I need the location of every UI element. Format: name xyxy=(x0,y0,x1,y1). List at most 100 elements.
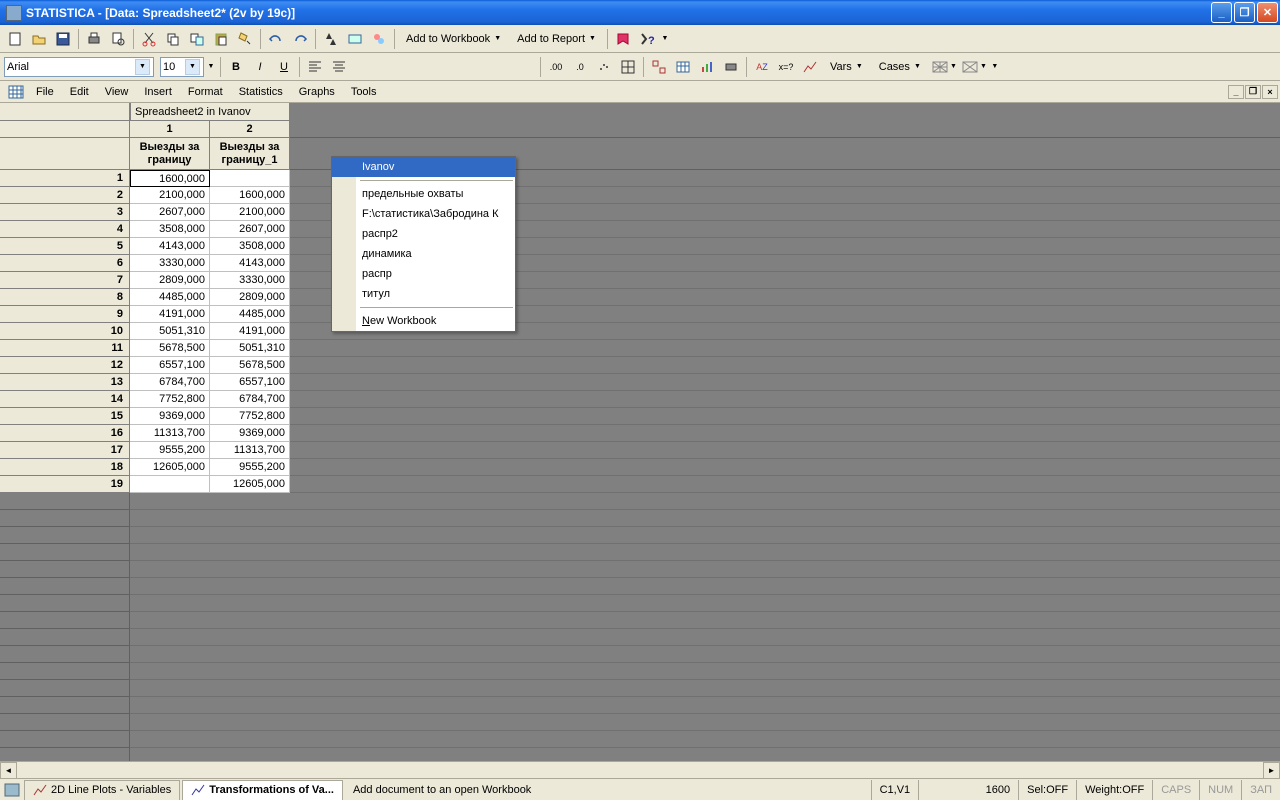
book-icon[interactable] xyxy=(612,28,634,50)
open-button[interactable] xyxy=(28,28,50,50)
pattern2-button[interactable]: ▼ xyxy=(960,56,988,78)
print-table-button[interactable] xyxy=(720,56,742,78)
row-number[interactable]: 1 xyxy=(0,170,130,187)
row-number[interactable]: 12 xyxy=(0,357,130,374)
underline-button[interactable]: U xyxy=(273,56,295,78)
cell[interactable]: 4485,000 xyxy=(210,306,290,323)
col-name-2[interactable]: Выезды за границу_1 xyxy=(210,138,290,170)
row-number[interactable]: 4 xyxy=(0,221,130,238)
mdi-restore[interactable]: ❐ xyxy=(1245,85,1261,99)
cell[interactable]: 2100,000 xyxy=(130,187,210,204)
chevron-down-icon[interactable]: ▼ xyxy=(185,59,200,75)
macro-button[interactable] xyxy=(368,28,390,50)
mdi-minimize[interactable]: _ xyxy=(1228,85,1244,99)
cell[interactable]: 2607,000 xyxy=(210,221,290,238)
chevron-down-icon[interactable]: ▼ xyxy=(135,59,150,75)
cut-button[interactable] xyxy=(138,28,160,50)
copy-button[interactable] xyxy=(162,28,184,50)
cases-button[interactable]: Cases▼ xyxy=(872,58,928,76)
row-number[interactable]: 11 xyxy=(0,340,130,357)
toolbar-overflow[interactable]: ▼ xyxy=(660,28,670,50)
row-number[interactable]: 13 xyxy=(0,374,130,391)
cell[interactable]: 7752,800 xyxy=(210,408,290,425)
help-button[interactable]: ? xyxy=(636,28,658,50)
cell[interactable]: 12605,000 xyxy=(210,476,290,493)
menu-file[interactable]: File xyxy=(28,84,62,100)
format-painter-button[interactable] xyxy=(234,28,256,50)
cell[interactable]: 2809,000 xyxy=(130,272,210,289)
cell[interactable]: 3508,000 xyxy=(130,221,210,238)
font-size-combo[interactable]: ▼ xyxy=(160,57,204,77)
cell[interactable]: 5678,500 xyxy=(210,357,290,374)
menu-format[interactable]: Format xyxy=(180,84,231,100)
menu-edit[interactable]: Edit xyxy=(62,84,97,100)
cell[interactable]: 2100,000 xyxy=(210,204,290,221)
cell[interactable]: 4143,000 xyxy=(130,238,210,255)
stats-button[interactable] xyxy=(799,56,821,78)
menu-tools[interactable]: Tools xyxy=(343,84,385,100)
redo-button[interactable] xyxy=(289,28,311,50)
cell[interactable]: 5051,310 xyxy=(130,323,210,340)
toolbar2-overflow[interactable]: ▼ xyxy=(990,56,1000,78)
cell[interactable]: 2809,000 xyxy=(210,289,290,306)
row-number[interactable]: 19 xyxy=(0,476,130,493)
align-center-button[interactable] xyxy=(328,56,350,78)
cell[interactable]: 9555,200 xyxy=(130,442,210,459)
font-size-input[interactable] xyxy=(163,59,185,75)
graph-button[interactable] xyxy=(696,56,718,78)
tab-transformations[interactable]: Transformations of Va... xyxy=(182,780,343,800)
scroll-left-icon[interactable]: ◄ xyxy=(0,762,17,778)
cell[interactable]: 12605,000 xyxy=(130,459,210,476)
undo-button[interactable] xyxy=(265,28,287,50)
dropdown-item-ivanov[interactable]: Ivanov xyxy=(332,157,515,177)
row-number[interactable]: 7 xyxy=(0,272,130,289)
pattern1-button[interactable]: ▼ xyxy=(930,56,958,78)
tab-line-plots[interactable]: 2D Line Plots - Variables xyxy=(24,780,180,800)
row-header-blank[interactable] xyxy=(0,121,130,138)
font-overflow[interactable]: ▼ xyxy=(206,56,216,78)
cell[interactable]: 9369,000 xyxy=(130,408,210,425)
cell[interactable]: 11313,700 xyxy=(210,442,290,459)
save-button[interactable] xyxy=(52,28,74,50)
table-button[interactable] xyxy=(672,56,694,78)
new-button[interactable] xyxy=(4,28,26,50)
zoom-button[interactable] xyxy=(344,28,366,50)
row-header-names[interactable] xyxy=(0,138,130,170)
print-button[interactable] xyxy=(83,28,105,50)
menu-graphs[interactable]: Graphs xyxy=(291,84,343,100)
cell[interactable]: 3330,000 xyxy=(130,255,210,272)
row-number[interactable]: 9 xyxy=(0,306,130,323)
row-number[interactable]: 15 xyxy=(0,408,130,425)
row-number[interactable]: 5 xyxy=(0,238,130,255)
row-number[interactable]: 17 xyxy=(0,442,130,459)
cell[interactable]: 4485,000 xyxy=(130,289,210,306)
cell[interactable]: 3508,000 xyxy=(210,238,290,255)
cell[interactable]: 5678,500 xyxy=(130,340,210,357)
cell[interactable]: 5051,310 xyxy=(210,340,290,357)
col-num-1[interactable]: 1 xyxy=(130,121,210,138)
menu-view[interactable]: View xyxy=(97,84,137,100)
align-left-button[interactable] xyxy=(304,56,326,78)
print-preview-button[interactable] xyxy=(107,28,129,50)
row-number[interactable]: 2 xyxy=(0,187,130,204)
cell[interactable]: 7752,800 xyxy=(130,391,210,408)
italic-button[interactable]: I xyxy=(249,56,271,78)
format-scatter-button[interactable] xyxy=(593,56,615,78)
col-name-1[interactable]: Выезды за границу xyxy=(130,138,210,170)
scroll-right-icon[interactable]: ► xyxy=(1263,762,1280,778)
decimals-decrease-button[interactable]: .0 xyxy=(569,56,591,78)
row-number[interactable]: 10 xyxy=(0,323,130,340)
dropdown-item[interactable]: распр xyxy=(332,264,515,284)
mdi-close[interactable]: × xyxy=(1262,85,1278,99)
sort-asc-button[interactable]: AZ xyxy=(751,56,773,78)
menu-statistics[interactable]: Statistics xyxy=(231,84,291,100)
find-button[interactable] xyxy=(320,28,342,50)
zoom-in-button[interactable] xyxy=(648,56,670,78)
cell[interactable] xyxy=(130,476,210,493)
dropdown-item[interactable]: титул xyxy=(332,284,515,304)
sheet-corner[interactable] xyxy=(0,103,130,121)
dropdown-item[interactable]: распр2 xyxy=(332,224,515,244)
bold-button[interactable]: B xyxy=(225,56,247,78)
close-button[interactable]: ✕ xyxy=(1257,2,1278,23)
paste-button[interactable] xyxy=(210,28,232,50)
